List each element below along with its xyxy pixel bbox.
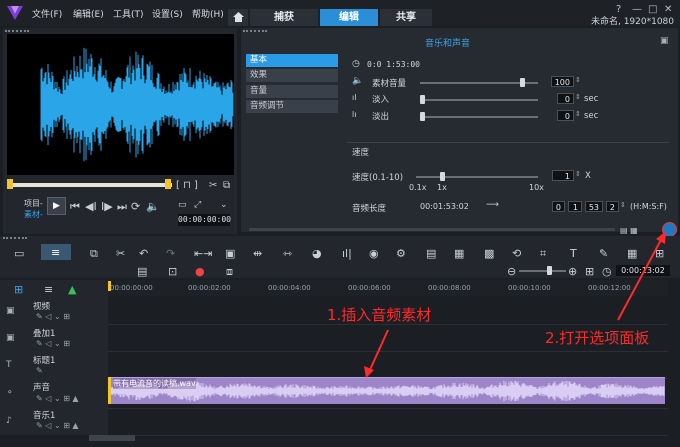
annotation-arrows [364, 231, 666, 378]
